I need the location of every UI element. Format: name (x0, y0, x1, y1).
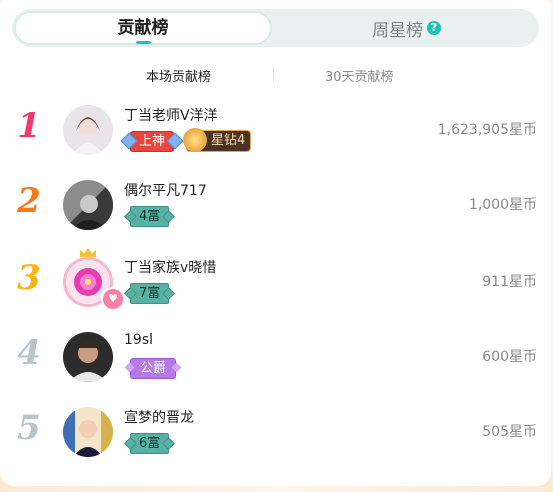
badge-group: 6富 (124, 432, 170, 454)
tab-weekly-star[interactable]: 周星榜 ? (274, 9, 539, 47)
help-icon[interactable]: ? (427, 21, 441, 35)
avatar[interactable] (63, 407, 113, 457)
user-name: 丁当家族v晓惜 (124, 260, 217, 276)
noble-badge: 公爵 (130, 357, 177, 379)
contribution-panel: 贡献榜 周星榜 ? 本场贡献榜 30天贡献榜 1 丁当老师V洋洋 上神 星钻4 … (0, 0, 551, 486)
star-diamond-badge: 星钻4 (183, 128, 252, 152)
crown-icon (80, 248, 96, 257)
heart-icon: ♥ (101, 287, 125, 311)
rank-number: 2 (17, 181, 41, 221)
rank-number: 5 (17, 408, 41, 448)
subtab-this-session[interactable]: 本场贡献榜 (146, 66, 211, 85)
tab-contribution-label: 贡献榜 (117, 18, 169, 38)
ranking-row[interactable]: 2 偶尔平凡717 4富 1,000星币 (0, 173, 551, 233)
subtab-30-days[interactable]: 30天贡献榜 (325, 66, 394, 85)
subtab-bar: 本场贡献榜 30天贡献榜 (0, 66, 551, 85)
tab-bar: 贡献榜 周星榜 ? (12, 9, 539, 47)
wealth-badge: 4富 (130, 205, 170, 227)
user-name: 宣梦的晋龙 (124, 410, 194, 426)
rank-number: 1 (17, 106, 41, 146)
user-name: 丁当老师V洋洋 (124, 108, 218, 124)
avatar[interactable] (63, 180, 113, 230)
ranking-row[interactable]: 1 丁当老师V洋洋 上神 星钻4 1,623,905星币 (0, 98, 551, 158)
active-tab-indicator (136, 41, 151, 44)
score: 911星币 (482, 274, 537, 290)
level-badge: 上神 (130, 130, 175, 152)
tab-weekly-star-label: 周星榜 (372, 20, 423, 41)
user-name: 19sl (124, 332, 153, 348)
badge-group: 公爵 (124, 357, 177, 379)
wealth-badge: 7富 (130, 282, 170, 304)
score: 505星币 (482, 424, 537, 440)
score: 1,000星币 (468, 197, 537, 213)
badge-group: 7富 (124, 282, 170, 304)
avatar[interactable] (63, 332, 113, 382)
subtab-divider (273, 68, 274, 82)
badge-group: 上神 星钻4 (124, 128, 252, 152)
wealth-badge: 6富 (130, 432, 170, 454)
badge-group: 4富 (124, 205, 170, 227)
rank-number: 4 (17, 333, 41, 373)
user-name: 偶尔平凡717 (124, 183, 207, 199)
ranking-row[interactable]: 3 ♥ 丁当家族v晓惜 7富 911星币 (0, 248, 551, 311)
ranking-row[interactable]: 4 19sl 公爵 600星币 (0, 325, 551, 385)
score: 600星币 (482, 349, 537, 365)
diamond-emblem-icon (183, 128, 208, 152)
score: 1,623,905星币 (437, 122, 537, 138)
avatar[interactable] (63, 105, 113, 155)
ranking-row[interactable]: 5 宣梦的晋龙 6富 505星币 (0, 400, 551, 460)
rank-number: 3 (17, 258, 41, 298)
